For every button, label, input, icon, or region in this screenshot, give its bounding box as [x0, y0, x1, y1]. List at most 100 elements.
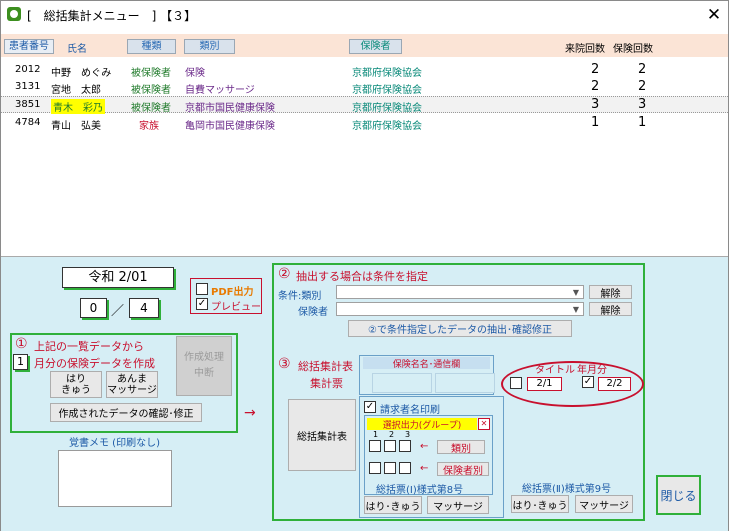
- group-label: 選択出力(グループ): [367, 418, 477, 431]
- close-icon[interactable]: ✕: [701, 3, 727, 27]
- era-date[interactable]: 令和 2/01: [62, 267, 174, 288]
- section2-number: ②: [278, 266, 291, 282]
- section1-title: 上記の一覧データから: [34, 340, 144, 353]
- patient-name: 中野 めぐみ: [51, 68, 112, 79]
- insurance-count: 2: [638, 79, 647, 94]
- right-section-box: ② 抽出する場合は条件を指定 条件:類別 ▼ 解除 保険者 ▼ 解除 ②で条件指…: [272, 263, 645, 521]
- section3-number: ③: [278, 356, 291, 372]
- patient-no: 3131: [15, 81, 41, 92]
- clear-category-button[interactable]: 解除: [589, 285, 632, 300]
- table-row-selected[interactable]: 3851 青木 彩乃 被保険者 京都市国民健康保険 京都府保険協会 3 3: [1, 96, 728, 114]
- patient-no: 2012: [15, 64, 41, 75]
- count-b-field[interactable]: 4: [129, 298, 159, 318]
- col-patient-no-button[interactable]: 患者番号: [4, 39, 54, 54]
- memo-input[interactable]: [58, 450, 172, 507]
- insurance-count: 2: [638, 62, 647, 77]
- patient-type: 被保険者: [131, 85, 171, 96]
- arrow-left-icon: ←: [420, 463, 429, 474]
- requester-print-label: 請求者名印刷: [380, 405, 440, 416]
- arrow-left-icon: ←: [420, 441, 429, 452]
- form1-massage-button[interactable]: マッサージ: [427, 496, 489, 514]
- condition-category-label: 条件:類別: [278, 291, 322, 302]
- col-category-button[interactable]: 類別: [184, 39, 235, 54]
- group-1-ins-checkbox[interactable]: [369, 462, 381, 474]
- anma-massage-button[interactable]: あんま マッサージ: [106, 371, 158, 398]
- insurer-select[interactable]: ▼: [336, 302, 584, 316]
- extract-button[interactable]: ②で条件指定したデータの抽出･確認修正: [348, 320, 572, 337]
- months-field[interactable]: 1: [13, 354, 28, 370]
- col-type-button[interactable]: 種類: [127, 39, 176, 54]
- chevron-down-icon: ▼: [572, 305, 580, 314]
- patient-category: 保険: [185, 68, 205, 79]
- patient-type: 被保険者: [131, 68, 171, 79]
- form1-hari-kyu-button[interactable]: はり･きゅう: [364, 496, 422, 514]
- pdf-label: PDF出力: [211, 287, 254, 298]
- confirm-data-button[interactable]: 作成されたデータの確認･修正: [50, 403, 202, 422]
- comm-field[interactable]: [435, 373, 495, 393]
- patient-name: 宮地 太郎: [51, 85, 101, 96]
- patient-insurer: 京都府保険協会: [352, 121, 422, 132]
- table-row[interactable]: 3131 宮地 太郎 被保険者 自費マッサージ 京都府保険協会 2 2: [1, 79, 728, 96]
- arrow-right-icon: →: [244, 405, 256, 421]
- insurer-name-box: 保険名名･通信欄: [359, 355, 495, 395]
- section3-subtitle: 集計票: [310, 377, 343, 390]
- patient-name: 青山 弘美: [51, 121, 101, 132]
- visit-count: 1: [591, 115, 600, 130]
- window-title: [ 総括集計メニュー ] 【３】: [27, 9, 197, 23]
- group-2-ins-checkbox[interactable]: [384, 462, 396, 474]
- section1-box: ① 上記の一覧データから 1 月分の保険データを作成 はり きゅう あんま マッ…: [10, 333, 238, 433]
- form1-box: ✓ 請求者名印刷 選択出力(グループ) ✕ 1 2 3 ← 類別 ← 保険者別 …: [359, 396, 504, 518]
- table-row[interactable]: 4784 青山 弘美 家族 亀岡市国民健康保険 京都府保険協会 1 1: [1, 115, 728, 132]
- close-icon[interactable]: ✕: [478, 418, 490, 430]
- visit-count: 2: [591, 79, 600, 94]
- pdf-checkbox[interactable]: [196, 283, 208, 295]
- main-window: [ 総括集計メニュー ] 【３】 ✕ 患者番号 氏名 種類 類別 保険者 来院回…: [0, 0, 729, 531]
- patient-name: 青木 彩乃: [51, 99, 105, 114]
- table-row[interactable]: 2012 中野 めぐみ 被保険者 保険 京都府保険協会 2 2: [1, 62, 728, 79]
- summary-table-button[interactable]: 総括集計表: [288, 399, 356, 471]
- preview-checkbox[interactable]: ✓: [196, 298, 208, 310]
- patient-category: 京都市国民健康保険: [185, 103, 275, 114]
- group-1-cat-checkbox[interactable]: [369, 440, 381, 452]
- patient-no: 4784: [15, 117, 41, 128]
- section3-title: 総括集計表: [298, 360, 353, 373]
- group-1-label: 1: [373, 430, 379, 439]
- patient-no: 3851: [15, 99, 41, 110]
- patient-type: 家族: [139, 121, 159, 132]
- form2-massage-button[interactable]: マッサージ: [575, 495, 633, 513]
- count-a-field[interactable]: 0: [80, 298, 107, 318]
- close-button[interactable]: 閉じる: [656, 475, 701, 515]
- output-options: PDF出力 ✓ プレビュー: [190, 278, 262, 314]
- patient-category: 亀岡市国民健康保険: [185, 121, 275, 132]
- col-insurer-button[interactable]: 保険者: [349, 39, 402, 54]
- insurer-name-label: 保険名名･通信欄: [363, 357, 490, 370]
- insurer-label: 保険者: [298, 307, 328, 318]
- group-3-label: 3: [405, 430, 411, 439]
- insurer-group-button[interactable]: 保険者別: [437, 462, 489, 477]
- memo-label: 覚書メモ (印刷なし): [69, 438, 160, 449]
- visit-count: 2: [591, 62, 600, 77]
- group-3-cat-checkbox[interactable]: [399, 440, 411, 452]
- highlight-ellipse: [501, 361, 644, 407]
- col-visits-label: 来院回数: [565, 44, 605, 55]
- list-header: 患者番号 氏名 種類 類別 保険者 来院回数 保険回数: [1, 34, 728, 57]
- hari-kyu-button[interactable]: はり きゅう: [50, 371, 102, 398]
- section1-number: ①: [15, 336, 28, 352]
- app-icon: [7, 7, 21, 21]
- form2-label: 総括票(Ⅱ)様式第9号: [522, 484, 612, 495]
- stop-creation-button[interactable]: 作成処理 中断: [176, 336, 232, 396]
- col-name-label: 氏名: [67, 44, 87, 55]
- group-2-cat-checkbox[interactable]: [384, 440, 396, 452]
- group-3-ins-checkbox[interactable]: [399, 462, 411, 474]
- patient-type: 被保険者: [131, 103, 171, 114]
- visit-count: 3: [591, 97, 600, 112]
- category-button[interactable]: 類別: [437, 440, 485, 455]
- clear-insurer-button[interactable]: 解除: [589, 302, 632, 317]
- form2-hari-kyu-button[interactable]: はり･きゅう: [511, 495, 569, 513]
- insurance-count: 1: [638, 115, 647, 130]
- section2-title: 抽出する場合は条件を指定: [296, 270, 428, 283]
- insurer-name-field[interactable]: [372, 373, 432, 393]
- control-panel: 令和 2/01 0 ／ 4 PDF出力 ✓ プレビュー ① 上記の一覧データから…: [1, 256, 728, 531]
- requester-print-checkbox[interactable]: ✓: [364, 401, 376, 413]
- category-select[interactable]: ▼: [336, 285, 584, 299]
